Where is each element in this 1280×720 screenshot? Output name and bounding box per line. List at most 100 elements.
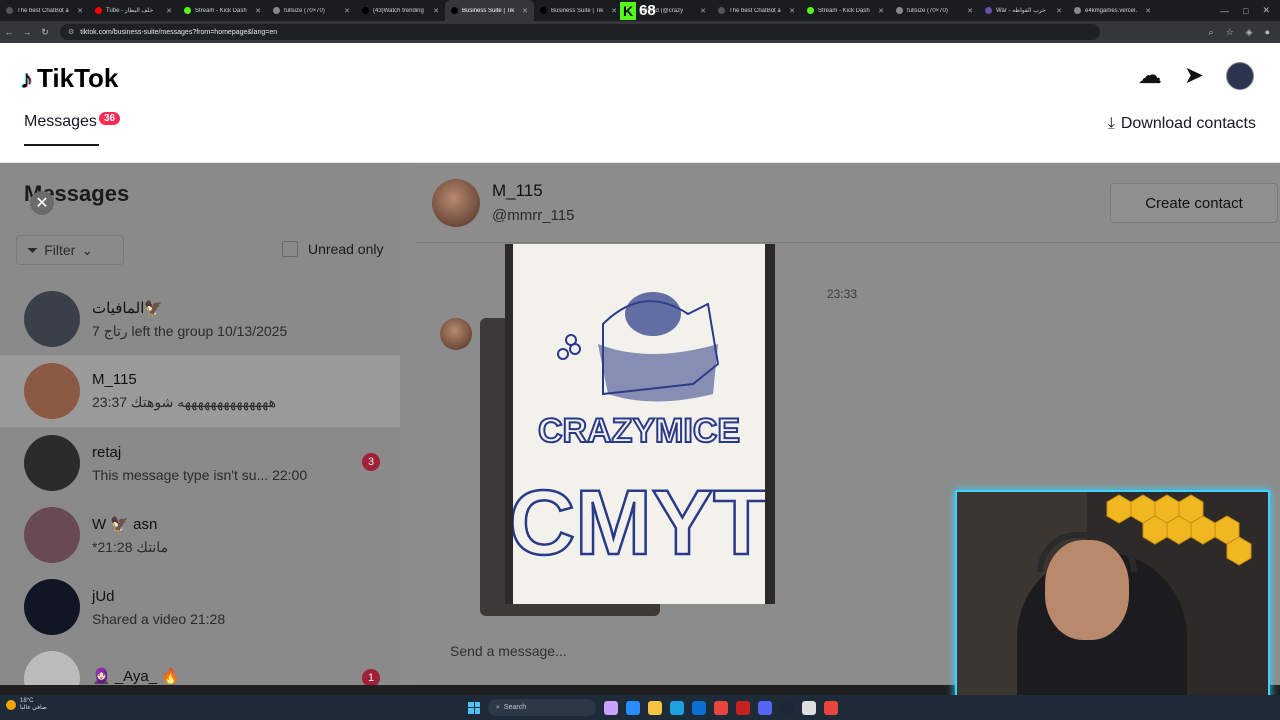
edge-app-icon[interactable] [670,700,684,715]
send-inbox-icon[interactable]: ➤ [1184,61,1204,90]
search-icon: ⌕ [496,703,500,711]
tab-favicon-icon [1074,7,1081,14]
close-icon[interactable]: ✕ [30,191,54,215]
conversation-name: المافيات🦅 [92,299,164,317]
tab-close-icon[interactable]: ✕ [344,7,350,15]
download-contacts-button[interactable]: ⤓ Download contacts [1108,115,1256,133]
gmail-app-icon[interactable] [736,700,750,715]
close-window-icon[interactable]: ✕ [1262,5,1270,16]
tab-close-icon[interactable]: ✕ [878,7,884,15]
tab-close-icon[interactable]: ✕ [967,7,973,15]
tab-close-icon[interactable]: ✕ [433,7,439,15]
message-input[interactable]: Send a message... [432,633,972,669]
download-contacts-label: Download contacts [1120,115,1256,132]
unread-only-checkbox[interactable] [282,241,298,257]
forward-icon[interactable]: → [18,27,36,37]
tab-title: Business Suite | Tik [462,7,515,14]
widgets-app-icon[interactable] [604,700,618,715]
conversation-meta: jUd Shared a video 21:28 [92,588,225,627]
browser-tab[interactable]: Stream - Kick Dash ✕ [178,0,267,21]
conversation-item[interactable]: المافيات🦅 7 رتاج left the group 10/13/202… [0,283,400,355]
tab-favicon-icon [540,7,547,14]
back-icon[interactable]: ← [0,27,18,37]
copilot-app-icon[interactable] [626,700,640,715]
profile-icon[interactable]: ● [1265,27,1270,37]
browser-tab[interactable]: Tube - خلف البطار ✕ [89,0,178,21]
filter-icon: ⏷ [27,241,39,258]
tab-messages[interactable]: Messages [24,113,97,131]
tab-favicon-icon [184,7,191,14]
weather-widget[interactable]: 18°C صافي غالبا [6,698,47,712]
browser-tab[interactable]: The best ChatBot a ✕ [712,0,801,21]
conversation-avatar [24,291,80,347]
conversation-item[interactable]: retaj This message type isn't su... 22:00… [0,427,400,499]
tab-close-icon[interactable]: ✕ [611,7,617,15]
file-explorer-icon[interactable] [648,700,662,715]
extensions-icon[interactable]: ◈ [1246,27,1253,38]
tiktok-logo[interactable]: ♪ TikTok [20,63,118,94]
page-header: ♪ TikTok ☁ ➤ Messages 36 ⤓ Download cont… [0,43,1280,163]
chrome-app-icon[interactable] [714,700,728,715]
chat-avatar[interactable] [432,179,480,227]
unread-only-toggle[interactable]: Unread only [282,241,384,257]
minimize-icon[interactable]: — [1220,6,1229,16]
browser-tab[interactable]: War - حرب القواطه ✕ [979,0,1068,21]
bookmark-star-icon[interactable]: ☆ [1226,27,1234,38]
browser-tab[interactable]: Business Suite | Tik ✕ [445,0,534,21]
windows-start-icon[interactable] [468,701,480,714]
header-actions: ☁ ➤ [1138,61,1254,90]
tab-close-icon[interactable]: ✕ [700,7,706,15]
conversation-item[interactable]: jUd Shared a video 21:28 [0,571,400,643]
zoom-icon[interactable]: ⌕ [1209,27,1214,38]
conversation-item[interactable]: 🧕🏻 _Aya_ 🔥 1 [0,643,400,685]
conversation-sidebar: Messages ✕ ⏷ Filter ⌄ Unread only المافي… [0,163,400,685]
shared-photo[interactable]: CRAZYMICE CMYT [505,244,775,604]
tab-close-icon[interactable]: ✕ [522,7,528,15]
message-sender-avatar [440,318,472,350]
tiktok-brand-text: TikTok [37,63,119,93]
browser-tab[interactable]: Stream - Kick Dash ✕ [801,0,890,21]
message-timestamp: 23:33 [827,287,858,301]
messages-count-badge: 36 [99,112,121,125]
filter-dropdown[interactable]: ⏷ Filter ⌄ [16,235,124,265]
unread-only-label: Unread only [308,241,384,257]
browser-tab[interactable]: (43)Watch trending ✕ [356,0,445,21]
browser-tab[interactable]: Business Suite | Tik ✕ [534,0,623,21]
browser-tab[interactable]: fullsize (70×70) ✕ [267,0,356,21]
user-avatar[interactable] [1226,61,1254,90]
chrome-profile-app-icon[interactable] [824,700,838,715]
discord-app-icon[interactable] [758,700,772,715]
browser-tab[interactable]: e4kmgames.vercel. ✕ [1068,0,1157,21]
window-controls: — □ ✕ [1220,0,1280,21]
obs-app-icon[interactable] [802,700,816,715]
maximize-icon[interactable]: □ [1243,6,1248,16]
tab-close-icon[interactable]: ✕ [1145,7,1151,15]
site-info-icon[interactable]: ⚙ [68,28,74,36]
steam-app-icon[interactable] [780,700,794,715]
conversation-item[interactable]: W 🦅 asn *مانتك 21:28 [0,499,400,571]
tab-title: Stream - Kick Dash [195,7,247,14]
taskbar-search[interactable]: ⌕ Search [488,699,596,716]
drawing-text-bottom: CMYT [513,472,765,574]
tab-close-icon[interactable]: ✕ [166,7,172,15]
tab-title: fullsize (70×70) [284,7,325,14]
tab-close-icon[interactable]: ✕ [77,7,83,15]
conversation-avatar [24,579,80,635]
store-app-icon[interactable] [692,700,706,715]
conversation-preview: This message type isn't su... 22:00 [92,466,308,483]
conversation-meta: المافيات🦅 7 رتاج left the group 10/13/202… [92,299,287,340]
tab-close-icon[interactable]: ✕ [255,7,261,15]
create-contact-button[interactable]: Create contact [1110,183,1278,223]
upload-cloud-icon[interactable]: ☁ [1138,61,1162,90]
tab-close-icon[interactable]: ✕ [789,7,795,15]
conversation-item[interactable]: M_115 ههههههههههههههه شوهتك 23:37 [0,355,400,427]
weather-sun-icon [6,700,16,710]
browser-tab[interactable]: The best ChatBot a ✕ [0,0,89,21]
url-field[interactable]: ⚙ tiktok.com/business-suite/messages?fro… [60,24,1100,40]
weather-temp: 18°C [20,698,34,704]
reload-icon[interactable]: ↻ [36,27,54,38]
chat-contact-name[interactable]: M_115 [492,181,543,201]
tab-title: Tube - خلف البطار [106,8,154,14]
tab-close-icon[interactable]: ✕ [1056,7,1062,15]
browser-tab[interactable]: fullsize (70×70) ✕ [890,0,979,21]
